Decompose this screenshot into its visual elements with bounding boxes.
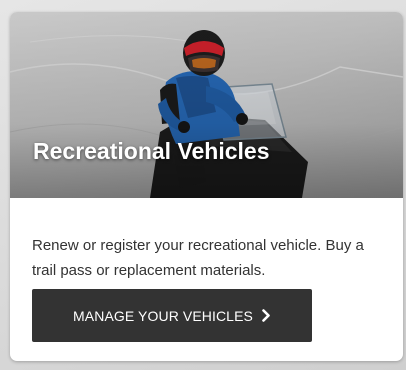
hero-image-snowmobile: Recreational Vehicles [10,12,403,198]
recreational-vehicles-card: Recreational Vehicles Renew or register … [10,12,403,361]
card-description: Renew or register your recreational vehi… [32,237,364,279]
snowmobile-rider-photo [10,12,403,198]
card-title: Recreational Vehicles [33,138,270,164]
manage-your-vehicles-button[interactable]: MANAGE YOUR VEHICLES [32,289,312,342]
chevron-right-icon [262,309,271,322]
button-label: MANAGE YOUR VEHICLES [73,307,253,324]
